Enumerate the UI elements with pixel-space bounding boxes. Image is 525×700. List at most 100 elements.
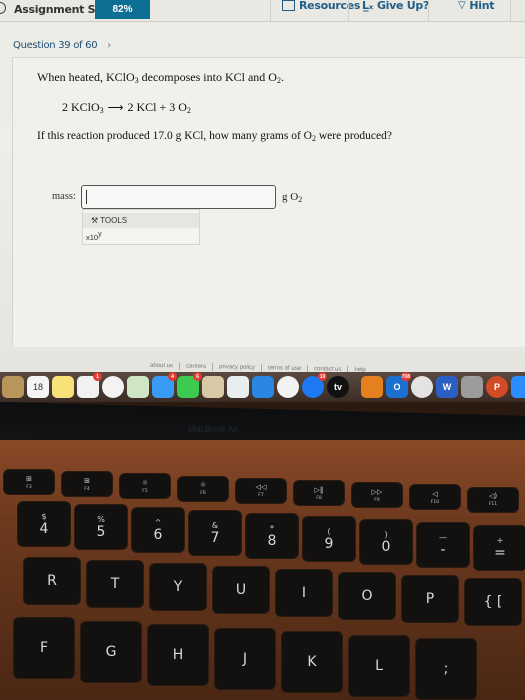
key-y[interactable]: Y [150,564,206,610]
dock-app-powerpoint[interactable]: P [486,376,508,398]
key-letter: J [242,650,248,667]
function-key-icon: ◁◁ [255,483,267,492]
dock-app-preview[interactable] [202,376,224,398]
key-main-symbol: 6 [153,526,163,543]
key-shift-symbol: * [270,523,274,533]
key-{[interactable]: { [ [465,579,521,625]
key-5[interactable]: % 5 [75,505,127,549]
question-intro: When heated, KClO3 decomposes into KCl a… [37,70,284,85]
key-0[interactable]: ) 0 [360,520,412,564]
key-o[interactable]: O [339,573,395,619]
key-r[interactable]: R [24,558,80,604]
dock-app-news[interactable] [277,376,299,398]
key-shift-symbol: ^ [154,517,162,527]
dock-app-contacts[interactable] [2,376,24,398]
dock-app-zoom[interactable] [511,376,525,398]
key-f3[interactable]: ⊞ F3 [4,470,54,494]
function-key-label: F11 [488,502,498,508]
key-f11[interactable]: ◁) F11 [468,487,518,512]
chevron-right-icon[interactable]: › [107,40,111,51]
dock-app-keynote[interactable] [252,376,274,398]
key-main-symbol: 4 [39,520,49,537]
key-letter: G [105,643,117,660]
dock-app-books[interactable] [361,376,383,398]
key-=[interactable]: + = [474,526,525,570]
question-counter: Question 39 of 60 [13,40,98,51]
key-main-symbol: 7 [210,529,220,546]
footer-link-terms-of-use[interactable]: terms of use [268,365,301,372]
dock-app-notes[interactable] [52,376,74,398]
key-8[interactable]: * 8 [246,514,298,558]
key-main-symbol: 0 [381,538,391,555]
info-circle-icon [0,2,6,14]
footer-divider [211,363,214,372]
key-letter: U [235,582,247,598]
key-p[interactable]: P [402,576,458,622]
dock-app-outlook[interactable]: O 708 [386,372,411,398]
key-u[interactable]: U [213,567,269,613]
key--[interactable]: — - [417,523,469,567]
dock-app-word[interactable]: W [436,376,458,398]
key-i[interactable]: I [276,570,332,616]
key-t[interactable]: T [87,561,143,607]
footer-link-privacy-policy[interactable]: privacy policy [219,364,255,371]
give-up-button[interactable]: L̲ₓ Give Up? [362,0,429,12]
hint-button[interactable]: ▽ Hint [458,0,495,12]
word-icon: W [442,382,452,392]
key-main-symbol: 9 [324,535,334,552]
key-f9[interactable]: ▷▷ F9 [352,483,402,508]
key-f8[interactable]: ▷‖ F8 [294,481,344,505]
key-semicolon[interactable]: ; [416,639,476,699]
dock-app-chrome[interactable] [411,376,433,398]
key-f6[interactable]: ☼ F6 [178,476,228,501]
key-f[interactable]: F [14,618,74,678]
notification-badge: 1 [93,372,102,381]
function-key-label: F8 [316,495,322,501]
key-g[interactable]: G [81,621,141,682]
key-l[interactable]: L [349,635,409,696]
key-4[interactable]: $4 [18,502,70,546]
dock-app-apple-tv[interactable]: tv [327,376,349,398]
key-f5[interactable]: ☼ F5 [120,474,170,499]
question-navigation: Question 39 of 60 › [13,40,111,51]
hint-icon: ▽ [458,0,466,11]
key-j[interactable]: J [215,628,275,689]
key-f10[interactable]: ◁ F10 [410,485,460,510]
dock-app-numbers[interactable] [227,376,249,398]
text-caret [86,190,87,204]
key-shift-symbol: $ [41,511,47,521]
function-key-label: F3 [26,484,32,490]
key-letter: { [ [483,594,503,610]
key-k[interactable]: K [282,632,342,692]
notification-badge: 6 [193,372,202,381]
reaction-arrow-icon: ⟶ [107,102,124,114]
key-shift-symbol: + [496,535,504,545]
toolbar-divider [428,0,429,22]
tools-button[interactable]: ⚒ TOOLS [83,213,199,228]
mass-input[interactable] [81,185,276,209]
unit-text: g O [282,191,299,203]
dock-app-photos[interactable] [102,376,124,398]
key-letter: P [425,591,435,607]
key-shift-symbol: — [439,532,447,542]
function-key-icon: ◁ [432,489,438,498]
dock-app-keyboard-viewer[interactable] [461,376,483,398]
key-7[interactable]: & 7 [189,511,241,555]
dock-app-messages[interactable]: 4 [152,372,177,398]
footer-link-careers[interactable]: careers [186,363,206,369]
intro-text: When heated, KClO [37,70,135,84]
dock-app-reminders[interactable]: 1 [77,372,102,398]
dock-app-maps[interactable] [127,376,149,398]
key-letter: L [375,657,383,674]
dock-app-facetime[interactable]: 6 [177,372,202,398]
key-6[interactable]: ^ 6 [132,508,184,552]
key-f7[interactable]: ◁◁ F7 [236,478,286,503]
footer-link-about-us[interactable]: about us [150,363,173,369]
key-f4[interactable]: ⊞ F4 [62,472,112,497]
dock-app-calendar[interactable]: 18 [27,376,49,398]
key-h[interactable]: H [148,625,208,685]
function-key-label: F5 [142,488,148,494]
scientific-notation-button[interactable]: x10y [86,231,102,242]
dock-app-app-store[interactable]: 10 [302,372,327,398]
key-9[interactable]: (9 [303,517,355,561]
